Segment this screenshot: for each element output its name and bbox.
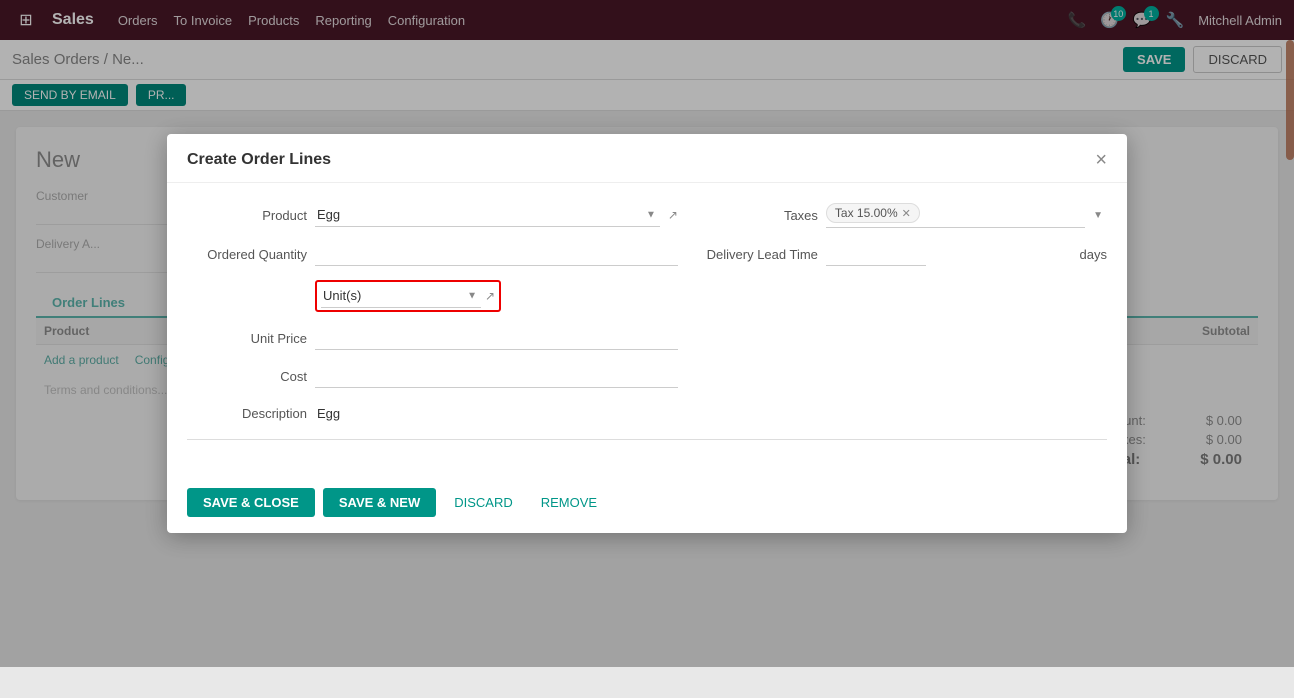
delivery-lead-group: Delivery Lead Time 0.00 days <box>698 242 1107 266</box>
row-product-taxes: Product Egg ▼ ↗ Taxes <box>187 203 1107 228</box>
taxes-dropdown-icon: ▼ <box>1093 210 1103 221</box>
unit-highlighted-wrapper: Unit(s) ▼ ↗ <box>315 280 501 312</box>
cost-input[interactable]: 3 <box>315 364 678 388</box>
modal-dialog: Create Order Lines × Product Egg ▼ <box>167 134 1127 533</box>
delivery-lead-label: Delivery Lead Time <box>698 247 818 262</box>
row-cost: Cost 3 <box>187 364 1107 388</box>
save-new-button[interactable]: SAVE & NEW <box>323 488 436 517</box>
tax-tag-remove[interactable]: ✕ <box>902 207 911 220</box>
unit-group: Unit(s) ▼ ↗ <box>187 280 678 312</box>
ordered-qty-input[interactable]: 1.000 <box>315 242 678 266</box>
row-description: Description Egg <box>187 402 1107 425</box>
modal-discard-button[interactable]: DISCARD <box>444 488 523 517</box>
modal-title: Create Order Lines <box>187 151 331 169</box>
qty-group: Ordered Quantity 1.000 <box>187 242 678 266</box>
unit-price-label: Unit Price <box>187 331 307 346</box>
unit-price-group: Unit Price 5 <box>187 326 678 350</box>
product-group: Product Egg ▼ ↗ <box>187 203 678 227</box>
description-value: Egg <box>315 402 678 425</box>
row-qty-delivery: Ordered Quantity 1.000 Delivery Lead Tim… <box>187 242 1107 266</box>
product-select-wrapper: Egg ▼ <box>315 203 660 227</box>
description-label: Description <box>187 402 307 421</box>
ordered-qty-label: Ordered Quantity <box>187 247 307 262</box>
tax-tag-label: Tax 15.00% <box>835 206 898 220</box>
modal-header: Create Order Lines × <box>167 134 1127 183</box>
modal-footer: SAVE & CLOSE SAVE & NEW DISCARD REMOVE <box>167 476 1127 533</box>
description-control: Egg <box>315 402 678 425</box>
tax-tag: Tax 15.00% ✕ <box>826 203 920 223</box>
cost-control: 3 <box>315 364 678 388</box>
modal-remove-button[interactable]: REMOVE <box>531 488 607 517</box>
qty-control: 1.000 <box>315 242 678 266</box>
row-unit: Unit(s) ▼ ↗ <box>187 280 1107 312</box>
unit-price-input[interactable]: 5 <box>315 326 678 350</box>
modal-close-button[interactable]: × <box>1095 150 1107 170</box>
product-external-link-icon[interactable]: ↗ <box>668 208 678 222</box>
unit-external-link-icon[interactable]: ↗ <box>485 289 495 303</box>
row-unit-price: Unit Price 5 <box>187 326 1107 350</box>
days-label: days <box>1080 247 1107 262</box>
delivery-lead-control: 0.00 <box>826 242 1066 266</box>
delivery-lead-input[interactable]: 0.00 <box>826 242 926 266</box>
modal-body: Product Egg ▼ ↗ Taxes <box>167 183 1127 476</box>
taxes-group: Taxes Tax 15.00% ✕ ▼ <box>698 203 1107 228</box>
cost-group: Cost 3 <box>187 364 678 388</box>
save-close-button[interactable]: SAVE & CLOSE <box>187 488 315 517</box>
product-control: Egg ▼ <box>315 203 660 227</box>
modal-divider <box>187 439 1107 440</box>
description-group: Description Egg <box>187 402 678 425</box>
unit-select-wrapper: Unit(s) ▼ <box>321 284 481 308</box>
taxes-label: Taxes <box>698 208 818 223</box>
cost-label: Cost <box>187 369 307 384</box>
taxes-control: Tax 15.00% ✕ <box>826 203 1085 228</box>
unit-select[interactable]: Unit(s) <box>321 284 481 308</box>
modal-overlay: Create Order Lines × Product Egg ▼ <box>0 0 1294 667</box>
unit-price-control: 5 <box>315 326 678 350</box>
product-select[interactable]: Egg <box>315 203 660 227</box>
product-label: Product <box>187 208 307 223</box>
